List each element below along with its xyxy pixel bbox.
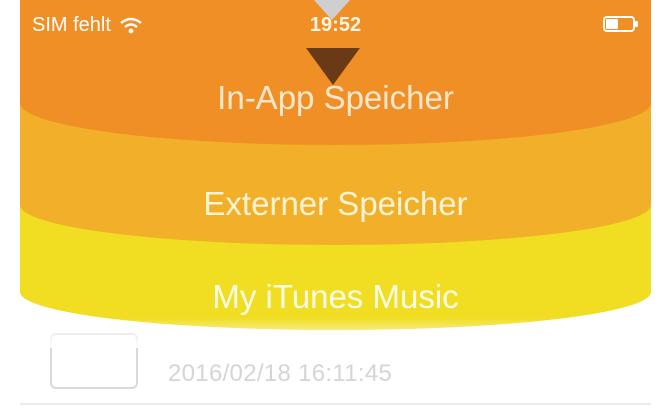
divider <box>20 403 651 405</box>
item-date: 2016/02/18 16:11:45 <box>168 360 393 387</box>
menu-item-label: My iTunes Music <box>212 278 459 315</box>
menu-fade <box>20 318 651 348</box>
frame-edge-right <box>651 0 665 411</box>
pull-down-arrow-icon <box>306 48 360 85</box>
pull-indicator-icon <box>314 0 350 20</box>
menu-item-label: Externer Speicher <box>203 185 468 222</box>
frame-edge-left <box>0 0 20 411</box>
app-screen: 2016/02/18 16:11:45 My iTunes Music Exte… <box>0 0 665 411</box>
battery-icon <box>603 16 638 32</box>
